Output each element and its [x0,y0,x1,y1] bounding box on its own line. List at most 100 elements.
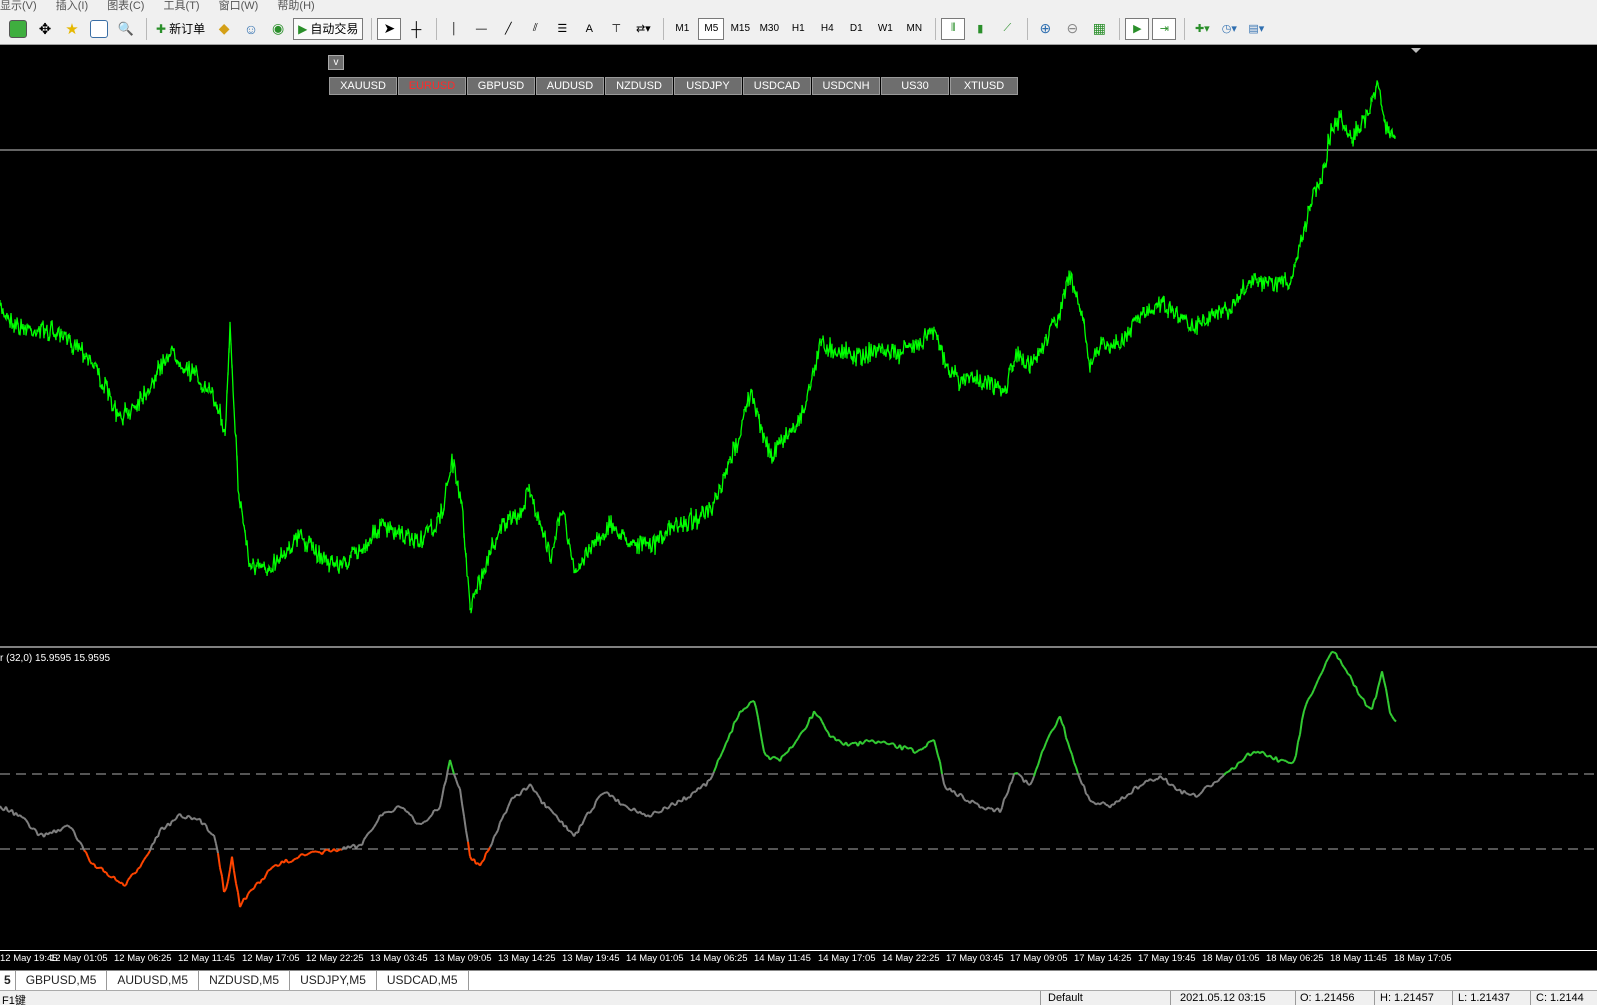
arrows-button[interactable]: ⇄▾ [631,18,655,40]
menu-view[interactable]: 显示(V) [0,0,37,12]
horizontal-line-button[interactable]: — [469,18,493,40]
time-tick: 18 May 06:25 [1266,953,1324,964]
crosshair-button[interactable]: ┼ [404,18,428,40]
tab-nzdusd-m5[interactable]: NZDUSD,M5 [199,971,290,991]
symbol-button-eurusd[interactable]: EURUSD [398,77,466,95]
timeframe-m5[interactable]: M5 [698,18,724,40]
chart-tabs: 5 GBPUSD,M5 AUDUSD,M5 NZDUSD,M5 USDJPY,M… [0,970,1597,991]
tab-current-chart[interactable]: 5 [0,971,16,991]
fibonacci-button[interactable]: ☰ [550,18,574,40]
indicator-segment [136,869,138,874]
favorites-button[interactable]: ★ [60,18,84,40]
indicator-segment [486,851,488,853]
candlestick-button[interactable]: ▮ [968,18,992,40]
zoom-out-button[interactable]: ⊖ [1060,18,1084,40]
metaeditor-button[interactable]: ◆ [212,18,236,40]
indicator-segment [602,793,604,794]
navigator-button[interactable] [87,18,111,40]
trendline-button[interactable]: ╱ [496,18,520,40]
indicator-segment [570,831,572,833]
indicator-segment [618,799,620,804]
indicator-segment [26,820,28,823]
auto-scroll-icon: ▶ [1133,22,1141,35]
indicator-segment [268,870,270,871]
zoom-in-button[interactable]: ⊕ [1033,18,1057,40]
indicator-segment [798,735,800,739]
periods-button[interactable]: ◷▾ [1217,18,1241,40]
timeframe-h4[interactable]: H4 [814,18,840,40]
symbol-button-usdcnh[interactable]: USDCNH [812,77,880,95]
tab-usdjpy-m5[interactable]: USDJPY,M5 [290,971,377,991]
indicator-segment [1166,778,1168,784]
timeframe-m30[interactable]: M30 [756,18,782,40]
signals-button[interactable]: ◉ [266,18,290,40]
status-divider [1374,991,1375,1005]
timeframe-d1[interactable]: D1 [843,18,869,40]
symbol-button-us30[interactable]: US30 [881,77,949,95]
indicator-segment [1054,725,1056,729]
indicator-segment [1002,799,1004,808]
chart-shift-button[interactable]: ⇥ [1152,18,1176,40]
time-tick: 17 May 03:45 [946,953,1004,964]
indicator-segment [1018,774,1020,776]
indicator-segment [1010,781,1012,784]
templates-button[interactable]: ▤▾ [1244,18,1268,40]
auto-scroll-button[interactable]: ▶ [1125,18,1149,40]
indicators-button[interactable]: ✚▾ [1190,18,1214,40]
channel-button[interactable]: ⫽ [523,18,547,40]
menu-window[interactable]: 窗口(W) [219,0,259,12]
menu-help[interactable]: 帮助(H) [277,0,314,12]
symbol-button-usdcad[interactable]: USDCAD [743,77,811,95]
timeframe-m15[interactable]: M15 [727,18,753,40]
tab-usdcad-m5[interactable]: USDCAD,M5 [377,971,469,991]
auto-trading-button[interactable]: ▶自动交易 [293,18,363,40]
text-button[interactable]: A [577,18,601,40]
vertical-line-button[interactable]: │ [442,18,466,40]
account-button[interactable]: ☺ [239,18,263,40]
symbol-button-xauusd[interactable]: XAUUSD [329,77,397,95]
indicator-segment [1186,793,1188,794]
text-label-button[interactable]: ⊤ [604,18,628,40]
indicator-segment [356,846,358,849]
symbol-button-gbpusd[interactable]: GBPUSD [467,77,535,95]
symbol-button-xtiusd[interactable]: XTIUSD [950,77,1018,95]
cursor-button[interactable]: ➤ [377,18,401,40]
indicator-segment [374,824,376,827]
symbol-button-nzdusd[interactable]: NZDUSD [605,77,673,95]
menu-charts[interactable]: 图表(C) [107,0,144,12]
indicator-segment [692,792,694,793]
tester-button[interactable]: 🔍 [114,18,138,40]
indicator-segment [716,760,718,767]
indicator-segment [1244,756,1246,760]
menu-tools[interactable]: 工具(T) [164,0,200,12]
chart-window[interactable] [0,46,1597,953]
chart-shift-marker[interactable] [1411,48,1421,53]
menu-insert[interactable]: 插入(I) [56,0,88,12]
symbol-button-usdjpy[interactable]: USDJPY [674,77,742,95]
timeframe-mn[interactable]: MN [901,18,927,40]
status-help: F1键 [2,992,26,1005]
chart-canvas[interactable] [0,46,1597,953]
new-chart-button[interactable] [6,18,30,40]
indicator-segment [826,730,828,732]
line-chart-button[interactable]: ⟋ [995,18,1019,40]
timeframe-w1[interactable]: W1 [872,18,898,40]
tab-audusd-m5[interactable]: AUDUSD,M5 [107,971,199,991]
indicator-segment [918,750,920,751]
new-order-button[interactable]: ✚新订单 [152,18,209,40]
tile-windows-button[interactable]: ▦ [1087,18,1111,40]
indicator-segment [808,717,810,724]
indicator-segment [722,749,724,753]
indicator-segment [394,808,396,811]
indicator-segment [406,812,408,813]
status-divider [1040,991,1041,1005]
crosshair-move-button[interactable]: ✥ [33,18,57,40]
timeframe-h1[interactable]: H1 [785,18,811,40]
bar-chart-button[interactable]: ⫴ [941,18,965,40]
tab-gbpusd-m5[interactable]: GBPUSD,M5 [16,971,108,991]
timeframe-m1[interactable]: M1 [669,18,695,40]
symbol-button-audusd[interactable]: AUDUSD [536,77,604,95]
symbol-panel-toggle[interactable]: v [328,55,344,70]
indicator-segment [958,794,960,797]
indicator-segment [408,812,410,815]
